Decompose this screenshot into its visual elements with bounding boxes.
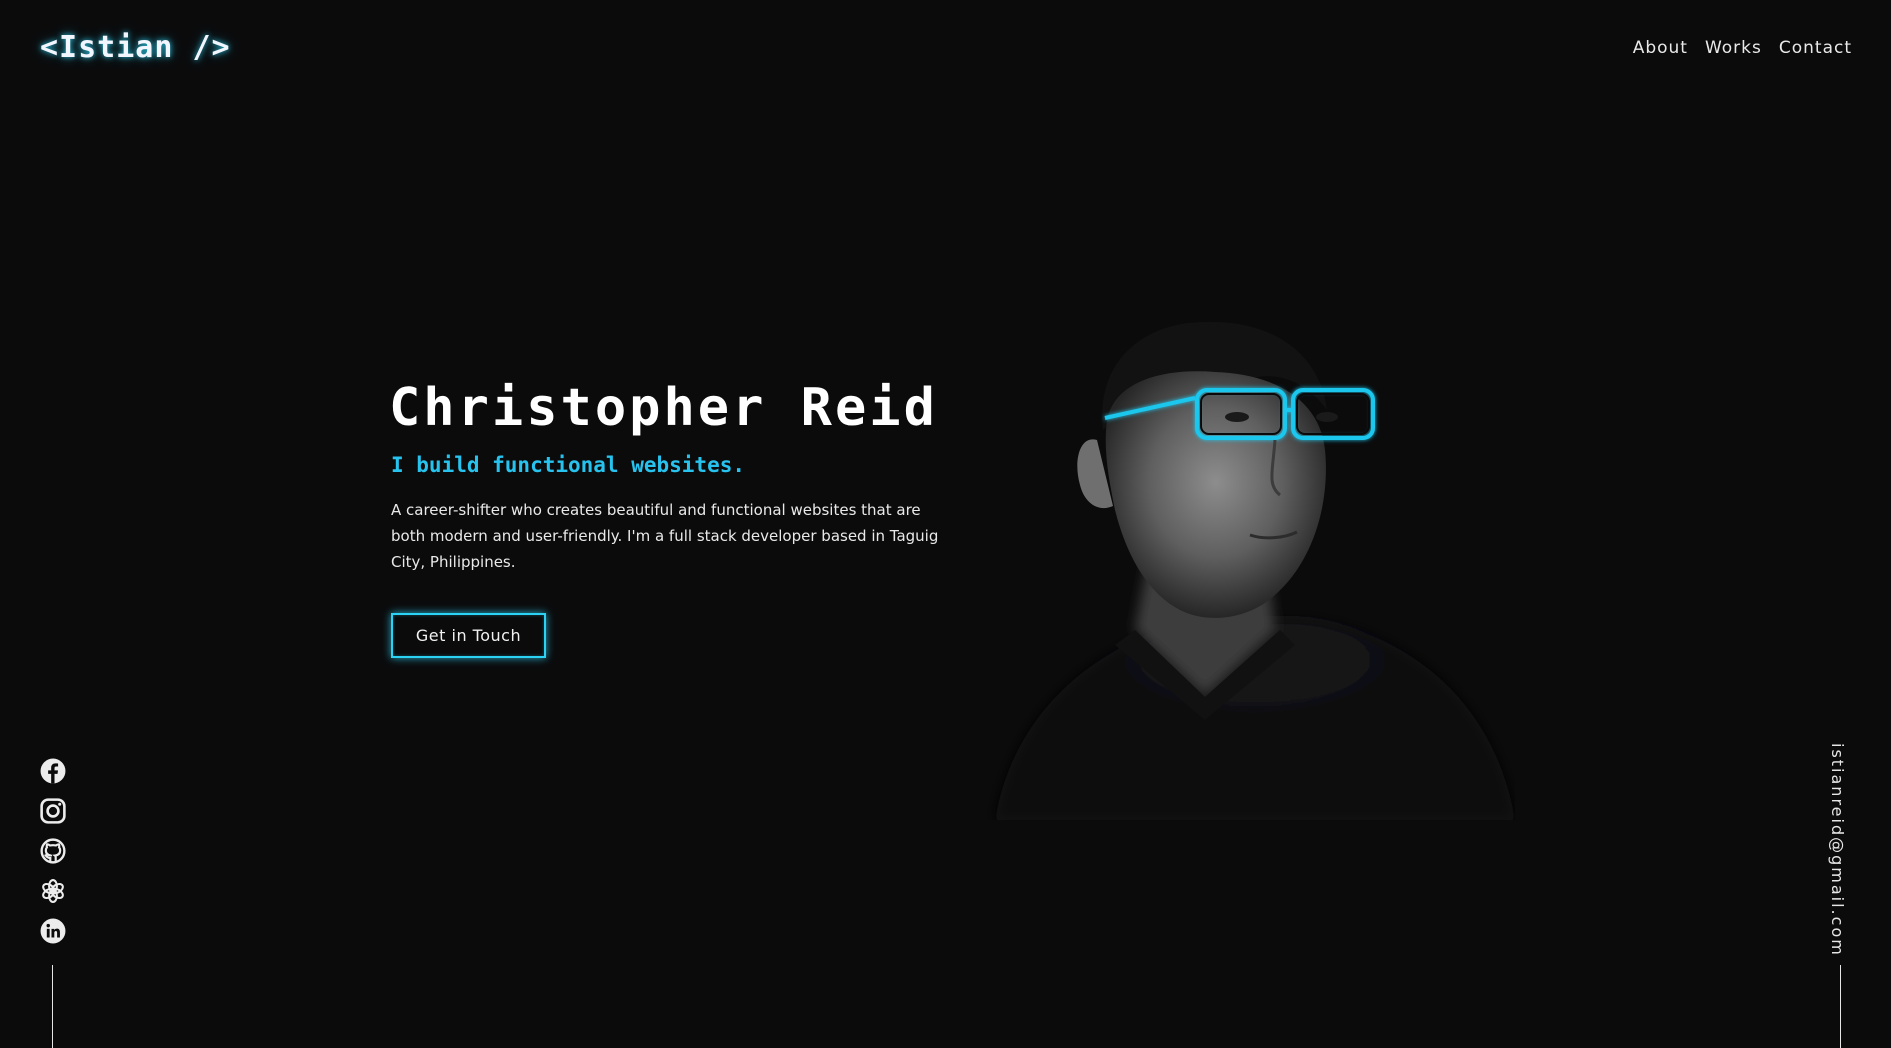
facebook-link[interactable]: [40, 758, 66, 784]
get-in-touch-button[interactable]: Get in Touch: [391, 613, 546, 658]
linkedin-icon: [40, 918, 66, 944]
nav-about-link[interactable]: About: [1633, 38, 1688, 58]
portrait-image: [995, 321, 1515, 820]
nav-works-link[interactable]: Works: [1705, 38, 1762, 58]
social-links: [40, 758, 66, 944]
hero-name: Christopher Reid: [389, 378, 938, 438]
openai-link[interactable]: [40, 878, 66, 904]
linkedin-link[interactable]: [40, 918, 66, 944]
email-link[interactable]: istianreid@gmail.com: [1828, 743, 1847, 957]
main-nav: About Works Contact: [1633, 38, 1852, 58]
left-divider-line: [52, 965, 53, 1048]
github-icon: [40, 838, 66, 864]
openai-icon: [42, 879, 64, 903]
github-link[interactable]: [40, 838, 66, 864]
site-logo[interactable]: <Istian />: [40, 30, 231, 65]
hero-tagline: I build functional websites.: [391, 453, 746, 477]
nav-contact-link[interactable]: Contact: [1779, 38, 1852, 58]
page: <Istian /> About Works Contact Christoph…: [0, 0, 1891, 1048]
hero-description: A career-shifter who creates beautiful a…: [391, 501, 939, 571]
facebook-icon: [40, 758, 66, 784]
right-divider-line: [1840, 965, 1841, 1048]
instagram-icon: [40, 798, 66, 824]
instagram-link[interactable]: [40, 798, 66, 824]
